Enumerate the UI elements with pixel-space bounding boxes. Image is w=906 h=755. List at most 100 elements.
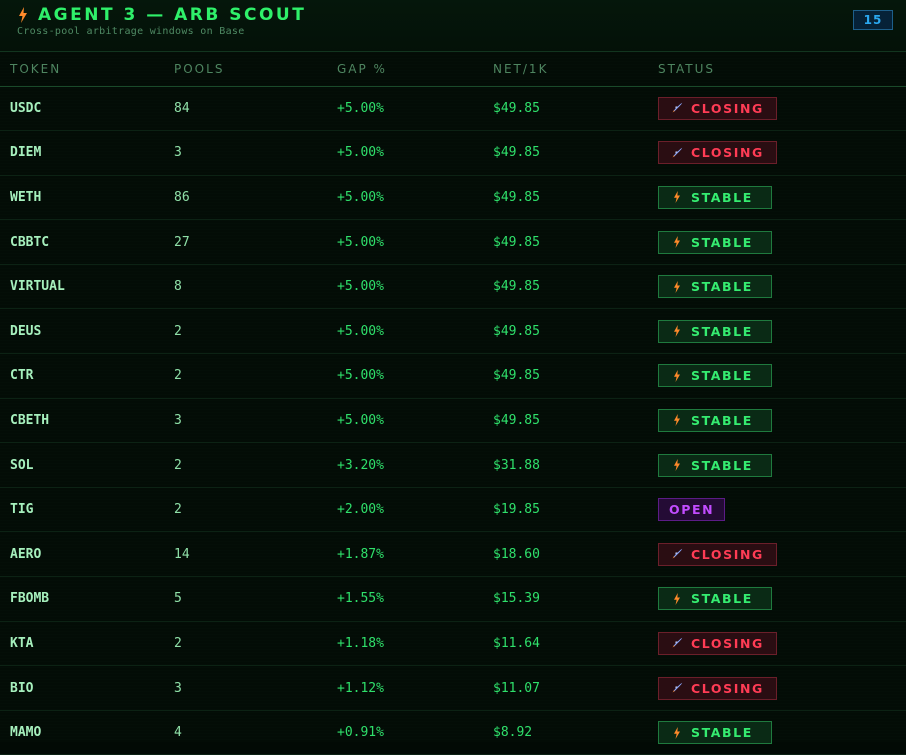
status-label: STABLE	[691, 279, 753, 295]
table-row[interactable]: FBOMB 5 +1.55% $15.39 STABLE	[0, 576, 906, 622]
token-cell: FBOMB	[0, 576, 174, 622]
status-cell: STABLE	[658, 398, 906, 444]
status-label: CLOSING	[691, 546, 764, 562]
table-row[interactable]: DIEM 3 +5.00% $49.85 CLOSING	[0, 130, 906, 176]
table-row[interactable]: VIRTUAL 8 +5.00% $49.85 STABLE	[0, 264, 906, 310]
token-cell: MAMO	[0, 710, 174, 755]
pools-cell: 5	[174, 576, 337, 622]
lightning-bolt-icon	[674, 236, 680, 249]
table-row[interactable]: CTR 2 +5.00% $49.85 STABLE	[0, 353, 906, 399]
status-label: CLOSING	[691, 145, 764, 161]
token-cell: CBETH	[0, 398, 174, 444]
status-badge: CLOSING	[658, 96, 777, 120]
status-badge: CLOSING	[658, 631, 777, 655]
column-header-pools[interactable]: POOLS	[174, 52, 337, 87]
status-label: STABLE	[691, 725, 753, 741]
token-cell: SOL	[0, 442, 174, 488]
table-row[interactable]: CBBTC 27 +5.00% $49.85 STABLE	[0, 219, 906, 265]
pools-cell: 2	[174, 308, 337, 355]
status-label: CLOSING	[691, 100, 764, 116]
panel-header: Agent 3 — Arb Scout Cross-pool arbitrage…	[0, 0, 906, 52]
token-cell: VIRTUAL	[0, 264, 174, 310]
gap-cell: +0.91%	[337, 710, 493, 755]
pools-cell: 3	[174, 665, 337, 711]
status-label: STABLE	[691, 412, 753, 428]
table-row[interactable]: KTA 2 +1.18% $11.64 CLOSING	[0, 621, 906, 667]
status-badge: CLOSING	[658, 676, 777, 700]
arb-scout-panel: Agent 3 — Arb Scout Cross-pool arbitrage…	[0, 0, 906, 755]
lightning-bolt-icon	[674, 726, 680, 739]
status-cell: STABLE	[658, 710, 906, 755]
status-label: STABLE	[691, 323, 753, 339]
status-cell: STABLE	[658, 264, 906, 310]
table-row[interactable]: USDC 84 +5.00% $49.85 CLOSING	[0, 86, 906, 132]
table-row[interactable]: CBETH 3 +5.00% $49.85 STABLE	[0, 398, 906, 444]
status-label: STABLE	[691, 591, 753, 607]
status-label: STABLE	[691, 189, 753, 205]
net-cell: $11.64	[493, 621, 658, 667]
pools-cell: 84	[174, 86, 337, 132]
pools-cell: 2	[174, 353, 337, 399]
lightning-bolt-icon	[674, 592, 680, 605]
status-badge: STABLE	[658, 230, 772, 254]
gap-cell: +1.55%	[337, 576, 493, 622]
token-cell: DIEM	[0, 130, 174, 176]
rocket-icon	[672, 103, 683, 113]
status-cell: STABLE	[658, 442, 906, 488]
status-cell: STABLE	[658, 175, 906, 221]
gap-cell: +5.00%	[337, 130, 493, 176]
token-cell: DEUS	[0, 308, 174, 355]
status-label: STABLE	[691, 368, 753, 384]
gap-cell: +5.00%	[337, 264, 493, 310]
pools-cell: 8	[174, 264, 337, 310]
status-badge: STABLE	[658, 275, 772, 299]
pools-cell: 3	[174, 398, 337, 444]
net-cell: $8.92	[493, 710, 658, 755]
table-row[interactable]: MAMO 4 +0.91% $8.92 STABLE	[0, 710, 906, 755]
table-row[interactable]: WETH 86 +5.00% $49.85 STABLE	[0, 175, 906, 221]
net-cell: $49.85	[493, 219, 658, 265]
pools-cell: 3	[174, 130, 337, 176]
token-cell: KTA	[0, 621, 174, 667]
net-cell: $49.85	[493, 398, 658, 444]
rocket-icon	[672, 548, 683, 559]
lightning-bolt-icon	[674, 414, 680, 427]
table-row[interactable]: BIO 3 +1.12% $11.07 CLOSING	[0, 665, 906, 711]
net-cell: $49.85	[493, 130, 658, 176]
pools-cell: 2	[174, 442, 337, 488]
pools-cell: 14	[174, 531, 337, 578]
gap-cell: +5.00%	[337, 219, 493, 265]
net-cell: $18.60	[493, 531, 658, 578]
token-cell: CTR	[0, 353, 174, 399]
rocket-icon	[672, 638, 683, 648]
table-row[interactable]: TIG 2 +2.00% $19.85 OPEN	[0, 487, 906, 533]
status-label: CLOSING	[691, 680, 764, 696]
token-cell: USDC	[0, 86, 174, 132]
token-cell: WETH	[0, 175, 174, 221]
status-label: STABLE	[691, 457, 753, 473]
status-cell: CLOSING	[658, 531, 906, 578]
arb-table: TOKEN POOLS GAP % NET/1K STATUS USDC 84 +5…	[0, 52, 906, 755]
status-cell: OPEN	[658, 487, 906, 533]
token-cell: TIG	[0, 487, 174, 533]
net-cell: $11.07	[493, 665, 658, 711]
column-header-token[interactable]: TOKEN	[0, 52, 174, 87]
gap-cell: +5.00%	[337, 308, 493, 355]
gap-cell: +1.87%	[337, 531, 493, 578]
status-badge: CLOSING	[658, 141, 777, 165]
gap-cell: +5.00%	[337, 175, 493, 221]
lightning-bolt-icon	[674, 191, 680, 204]
table-row[interactable]: AERO 14 +1.87% $18.60 CLOSING	[0, 531, 906, 578]
pools-cell: 27	[174, 219, 337, 265]
column-header-net[interactable]: NET/1K	[493, 52, 658, 87]
status-badge: STABLE	[658, 721, 772, 745]
status-badge: STABLE	[658, 185, 772, 209]
token-cell: CBBTC	[0, 219, 174, 265]
table-row[interactable]: DEUS 2 +5.00% $49.85 STABLE	[0, 308, 906, 355]
table-row[interactable]: SOL 2 +3.20% $31.88 STABLE	[0, 442, 906, 488]
lightning-bolt-icon	[674, 459, 680, 472]
column-header-status[interactable]: STATUS	[658, 52, 906, 87]
column-header-gap[interactable]: GAP %	[337, 52, 493, 87]
lightning-bolt-icon	[674, 280, 680, 293]
gap-cell: +2.00%	[337, 487, 493, 533]
